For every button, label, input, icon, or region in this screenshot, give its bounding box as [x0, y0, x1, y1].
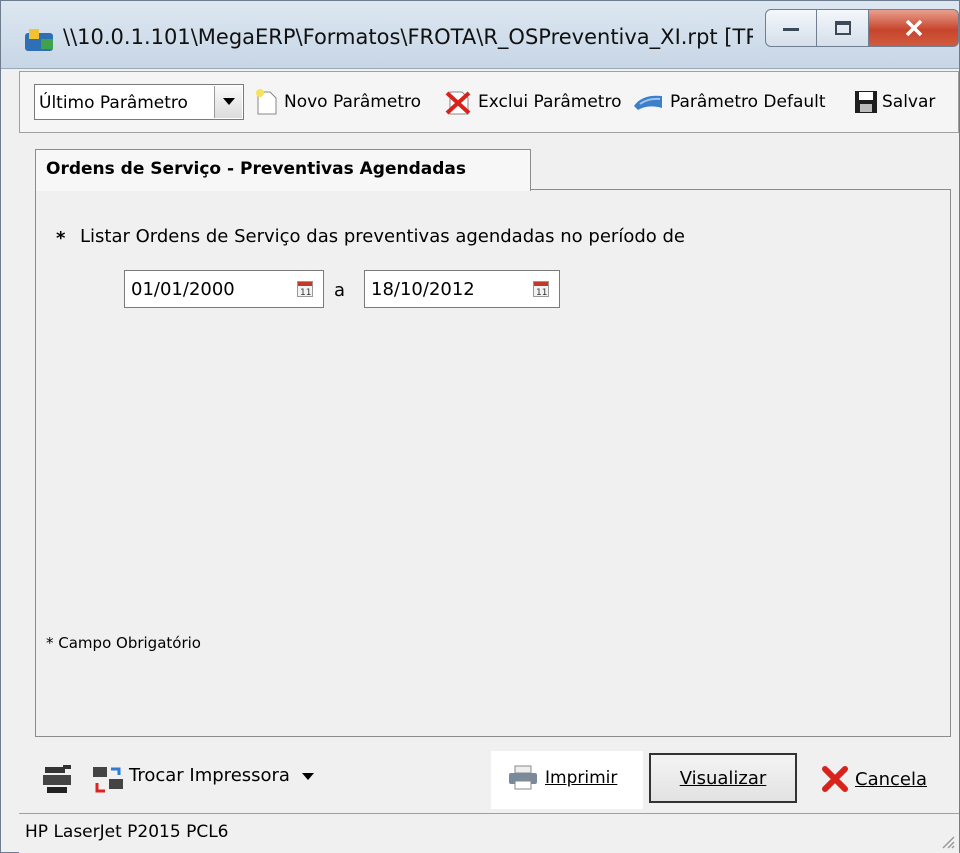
swap-printer-icon[interactable] — [91, 763, 125, 797]
window-title: \\10.0.1.101\MegaERP\Formatos\FROTA\R_OS… — [63, 25, 753, 49]
close-button[interactable] — [869, 9, 959, 47]
parameter-combo[interactable]: Último Parâmetro — [34, 84, 244, 120]
date-from-value: 01/01/2000 — [131, 279, 235, 300]
date-separator: a — [334, 280, 346, 301]
period-label: Listar Ordens de Serviço das preventivas… — [80, 226, 685, 247]
new-document-icon — [256, 89, 277, 115]
tab-preventivas-agendadas[interactable]: Ordens de Serviço - Preventivas Agendada… — [35, 149, 531, 191]
chevron-down-icon — [222, 98, 235, 105]
imprimir-button[interactable]: Imprimir — [507, 765, 617, 791]
printer-icon — [509, 765, 537, 790]
chevron-down-icon — [301, 773, 314, 780]
cancela-label: Cancela — [855, 768, 928, 790]
calendar-icon[interactable]: 11 — [297, 281, 313, 297]
toolbar: Último Parâmetro Novo Parâmetro Exclui P… — [19, 71, 959, 133]
required-marker: * — [56, 228, 66, 249]
minimize-button[interactable] — [765, 9, 817, 47]
imprimir-label: Imprimir — [545, 768, 618, 788]
combo-dropdown-button[interactable] — [214, 86, 242, 118]
parametro-default-label: Parâmetro Default — [670, 92, 826, 112]
delete-document-icon — [445, 91, 471, 115]
parameter-combo-value: Último Parâmetro — [39, 93, 188, 113]
svg-text:11: 11 — [536, 288, 547, 297]
required-note: * Campo Obrigatório — [46, 634, 201, 652]
default-parameter-icon — [634, 95, 662, 110]
visualizar-label: Visualizar — [679, 767, 767, 789]
report-window: \\10.0.1.101\MegaERP\Formatos\FROTA\R_OS… — [0, 0, 960, 853]
novo-parametro-button[interactable]: Novo Parâmetro — [254, 86, 421, 118]
salvar-button[interactable]: Salvar — [854, 86, 935, 118]
tab-panel: * Listar Ordens de Serviço das preventiv… — [35, 189, 951, 737]
parametro-default-button[interactable]: Parâmetro Default — [632, 86, 826, 118]
cancel-icon — [822, 766, 848, 792]
svg-text:11: 11 — [300, 288, 311, 297]
salvar-label: Salvar — [882, 92, 936, 112]
exclui-parametro-label: Exclui Parâmetro — [478, 92, 622, 112]
novo-parametro-label: Novo Parâmetro — [284, 92, 421, 112]
close-icon — [905, 19, 922, 37]
trocar-impressora-label: Trocar Impressora — [129, 765, 290, 786]
save-icon — [855, 91, 877, 113]
status-bar: HP LaserJet P2015 PCL6 — [19, 813, 959, 853]
minimize-icon — [783, 28, 799, 31]
printer-setup-icon[interactable] — [41, 763, 75, 795]
exclui-parametro-button[interactable]: Exclui Parâmetro — [444, 86, 622, 118]
date-to-value: 18/10/2012 — [371, 279, 475, 300]
cancela-button[interactable]: Cancela — [821, 765, 927, 793]
title-bar[interactable]: \\10.0.1.101\MegaERP\Formatos\FROTA\R_OS… — [1, 1, 959, 69]
maximize-button[interactable] — [817, 9, 869, 47]
tab-label: Ordens de Serviço - Preventivas Agendada… — [46, 159, 466, 179]
calendar-icon[interactable]: 11 — [533, 281, 549, 297]
resize-grip-icon[interactable] — [939, 833, 955, 849]
visualizar-button[interactable]: Visualizar — [649, 753, 797, 803]
trocar-impressora-button[interactable]: Trocar Impressora — [129, 765, 314, 786]
date-to-field[interactable]: 18/10/2012 11 — [364, 270, 560, 308]
maximize-icon — [834, 21, 851, 35]
printer-status: HP LaserJet P2015 PCL6 — [25, 822, 229, 842]
date-from-field[interactable]: 01/01/2000 11 — [124, 270, 324, 308]
app-icon — [25, 29, 53, 51]
